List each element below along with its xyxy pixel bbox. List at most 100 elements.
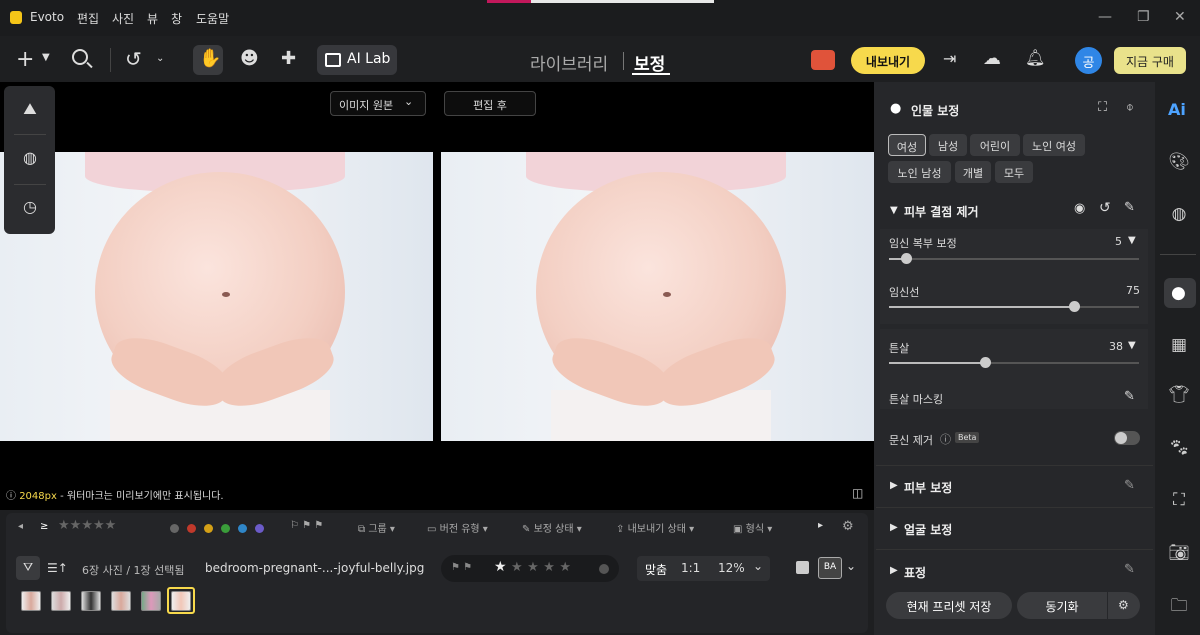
color-label-dot[interactable]	[204, 524, 213, 533]
before-after-view-icon[interactable]: BA	[818, 557, 842, 579]
filter-prev-icon[interactable]: ◂	[18, 521, 23, 532]
menu-help[interactable]: 도움말	[196, 10, 229, 27]
eye-icon[interactable]: ◉	[1074, 201, 1085, 216]
panel-options-icon[interactable]: ⌽	[1126, 100, 1134, 115]
slider-track[interactable]	[889, 258, 1139, 260]
color-label-dot[interactable]	[187, 524, 196, 533]
color-label-dot[interactable]	[221, 524, 230, 533]
sync-button[interactable]: 동기화	[1017, 592, 1107, 619]
format-filter[interactable]: ▣ 형식 ▾	[733, 520, 772, 535]
zoom-select[interactable]: 12%	[718, 561, 745, 575]
one-to-one-button[interactable]: 1:1	[681, 561, 700, 575]
section-blemish-title[interactable]: 피부 결점 제거	[904, 203, 979, 220]
color-label-dot[interactable]	[255, 524, 264, 533]
export-panel-icon[interactable]: ⇥	[943, 49, 956, 68]
close-icon[interactable]: ✕	[1174, 9, 1186, 25]
export-button[interactable]: 내보내기	[851, 47, 925, 74]
restore-icon[interactable]: ❐	[1137, 9, 1150, 25]
slider-dropdown-icon[interactable]: ▼	[1128, 340, 1136, 351]
avatar[interactable]: 공	[1075, 47, 1102, 74]
tab-edit[interactable]: 보정	[634, 50, 665, 75]
filter-funnel-icon[interactable]: ⛛	[16, 556, 40, 580]
pill-male[interactable]: 남성	[929, 134, 967, 156]
section-expression-title[interactable]: 표정	[904, 564, 926, 581]
save-preset-button[interactable]: 현재 프리셋 저장	[886, 592, 1012, 619]
expand-icon[interactable]: ▶	[890, 522, 898, 533]
menu-window[interactable]: 창	[171, 10, 182, 27]
zoom-chevron-down-icon[interactable]: ⌄	[753, 559, 763, 573]
collapse-icon[interactable]: ▼	[890, 205, 898, 216]
skin-brush-icon[interactable]: ✎	[1124, 478, 1135, 493]
thumbnail[interactable]	[141, 591, 161, 611]
pill-elderly-male[interactable]: 노인 남성	[888, 161, 951, 183]
texture-icon[interactable]: ◍	[1167, 204, 1191, 228]
cloud-icon[interactable]: ☁	[983, 48, 1001, 69]
rating-gte-icon[interactable]: ≥	[40, 521, 48, 532]
tab-library[interactable]: 라이브러리	[530, 50, 608, 75]
pill-elderly-female[interactable]: 노인 여성	[1023, 134, 1085, 156]
sort-icon[interactable]: ☰↑	[47, 561, 68, 575]
history-clock-icon[interactable]: ◷	[19, 197, 41, 219]
slider-handle[interactable]	[901, 253, 912, 264]
pill-female[interactable]: 여성	[888, 134, 926, 156]
face-select-icon[interactable]: ⛶	[1098, 100, 1107, 115]
flag-filter-icons[interactable]: ⚐ ⚑ ⚑	[290, 520, 323, 531]
slider-handle[interactable]	[1069, 301, 1080, 312]
gift-icon[interactable]	[811, 50, 835, 70]
shirt-icon[interactable]: 👕︎	[1167, 385, 1191, 409]
pill-all[interactable]: 모두	[995, 161, 1033, 183]
color-label-dot[interactable]	[599, 564, 609, 574]
reset-icon[interactable]: ↺	[1099, 200, 1111, 216]
thumbnail[interactable]	[111, 591, 131, 611]
fit-button[interactable]: 맞춤	[645, 561, 667, 578]
color-label-dot[interactable]	[238, 524, 247, 533]
filter-settings-icon[interactable]: ⚙	[842, 519, 854, 534]
version-type-filter[interactable]: ▭ 버전 유형 ▾	[427, 520, 488, 535]
ai-icon[interactable]: Ai	[1168, 100, 1186, 119]
tattoo-removal-toggle[interactable]	[1114, 431, 1140, 445]
camera-icon[interactable]: 📷︎	[1167, 543, 1191, 567]
compare-view-icon[interactable]: ◫	[852, 486, 863, 500]
expression-brush-icon[interactable]: ✎	[1124, 562, 1135, 577]
landscape-icon[interactable]: ⛰	[19, 99, 41, 121]
edit-status-filter[interactable]: ✎ 보정 상태 ▾	[522, 520, 582, 535]
section-skin-title[interactable]: 피부 보정	[904, 479, 952, 496]
rotate-icon[interactable]: ↺	[125, 47, 142, 71]
view-mode-chevron-icon[interactable]: ⌄	[846, 559, 856, 573]
minimize-icon[interactable]: —	[1098, 9, 1112, 25]
texture-icon[interactable]: ◍	[19, 148, 41, 170]
menu-view[interactable]: 뷰	[147, 10, 158, 27]
folder-settings-icon[interactable]: 🗀	[1167, 593, 1191, 617]
face-retouch-icon[interactable]: ☻	[240, 48, 259, 69]
menu-photo[interactable]: 사진	[112, 10, 134, 27]
slider-value[interactable]: 75	[1126, 284, 1140, 297]
crop-icon[interactable]: ⛶	[1167, 490, 1191, 514]
palette-icon[interactable]: 🎨︎	[1167, 152, 1191, 176]
menu-edit[interactable]: 편집	[77, 10, 99, 27]
thumbnail[interactable]	[51, 591, 71, 611]
star-rating[interactable]: ★ ★ ★ ★ ★	[494, 559, 571, 575]
group-filter[interactable]: ⧉ 그룹 ▾	[358, 520, 395, 535]
bell-icon[interactable]: 🔔︎	[1025, 48, 1045, 67]
slider-dropdown-icon[interactable]: ▼	[1128, 235, 1136, 246]
export-status-filter[interactable]: ⇪ 내보내기 상태 ▾	[616, 520, 694, 535]
expand-icon[interactable]: ▶	[890, 480, 898, 491]
slider-value[interactable]: 5	[1115, 235, 1122, 248]
paw-icon[interactable]: 🐾︎	[1167, 438, 1191, 462]
masking-brush-icon[interactable]: ✎	[1124, 389, 1135, 404]
thumbnail[interactable]	[81, 591, 101, 611]
ai-lab-button[interactable]: AI Lab	[317, 45, 397, 75]
filter-next-icon[interactable]: ▸	[818, 520, 823, 531]
pill-individual[interactable]: 개별	[955, 161, 991, 183]
expand-icon[interactable]: ▶	[890, 565, 898, 576]
section-face-title[interactable]: 얼굴 보정	[904, 521, 952, 538]
add-dropdown-chevron-icon[interactable]: ▼	[42, 52, 50, 63]
flag-icons[interactable]: ⚑ ⚑	[451, 562, 472, 573]
pill-child[interactable]: 어린이	[970, 134, 1020, 156]
add-icon[interactable]: +	[16, 47, 34, 72]
single-view-icon[interactable]	[796, 561, 809, 574]
after-edit-button[interactable]: 편집 후	[444, 91, 536, 116]
color-label-filter[interactable]	[170, 522, 272, 536]
rotate-dropdown-chevron-icon[interactable]: ⌄	[156, 53, 164, 64]
thumbnail[interactable]	[21, 591, 41, 611]
